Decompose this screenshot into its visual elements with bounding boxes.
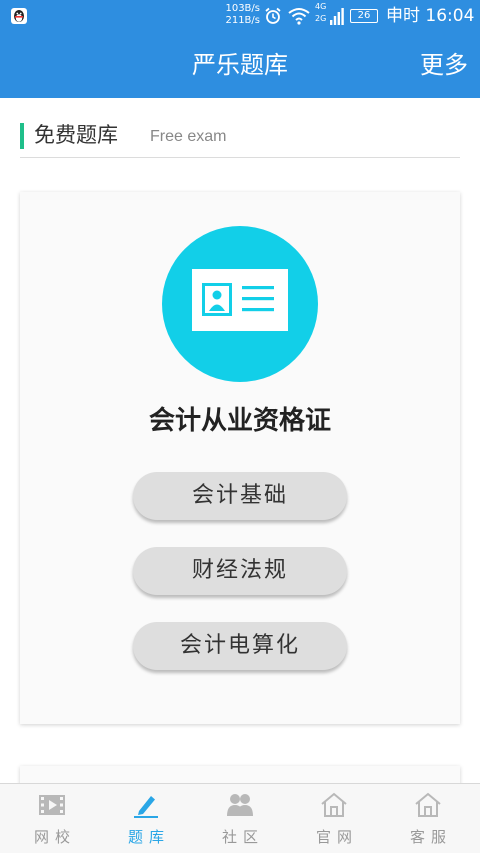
tab-label: 客服 — [409, 828, 452, 846]
download-speed: 211B/s — [225, 15, 260, 26]
section-subtitle: Free exam — [150, 128, 227, 145]
home-icon — [321, 792, 347, 817]
upload-speed: 103B/s — [225, 3, 260, 14]
pen-icon — [134, 796, 158, 818]
status-bar: 103B/s 211B/s 4G 2G 26 申时 16:04 — [0, 0, 480, 32]
more-button[interactable]: 更多 — [420, 32, 468, 98]
accounting-basics-button[interactable]: 会计基础 — [133, 472, 347, 520]
network-4g-label: 4G — [315, 2, 327, 11]
id-card-icon — [162, 226, 318, 382]
network-speed: 103B/s 211B/s — [220, 3, 260, 27]
tab-label: 网校 — [33, 828, 76, 846]
exam-card: 会计从业资格证 会计基础 财经法规 会计电算化 — [20, 192, 460, 724]
tab-official-site[interactable]: 官网 — [286, 784, 382, 853]
section-accent-bar — [20, 123, 24, 149]
battery-indicator: 26 — [350, 9, 378, 23]
people-icon — [227, 794, 253, 816]
status-time: 申时 16:04 — [386, 6, 475, 26]
bottom-tab-bar: 网校 题库 社区 官网 客服 — [0, 783, 480, 853]
tab-school[interactable]: 网校 — [4, 784, 100, 853]
page-title: 严乐题库 — [192, 51, 288, 79]
computerized-accounting-button[interactable]: 会计电算化 — [133, 622, 347, 670]
section-title: 免费题库 — [34, 123, 118, 147]
tab-customer-service[interactable]: 客服 — [380, 784, 476, 853]
film-icon — [39, 795, 65, 815]
alarm-icon — [265, 7, 281, 24]
wifi-icon — [288, 8, 310, 25]
signal-icon — [330, 8, 344, 25]
tab-label: 社区 — [221, 828, 264, 846]
network-2g-label: 2G — [315, 14, 327, 23]
app-bar: 严乐题库 更多 — [0, 32, 480, 98]
finance-regulations-button[interactable]: 财经法规 — [133, 547, 347, 595]
tab-label: 官网 — [315, 828, 358, 846]
tab-label: 题库 — [127, 828, 170, 846]
qq-penguin-icon — [11, 8, 27, 24]
tab-community[interactable]: 社区 — [192, 784, 288, 853]
section-header: 免费题库 Free exam — [20, 120, 460, 158]
card-title: 会计从业资格证 — [148, 406, 331, 436]
home-icon — [415, 792, 441, 817]
tab-question-bank[interactable]: 题库 — [98, 784, 194, 853]
